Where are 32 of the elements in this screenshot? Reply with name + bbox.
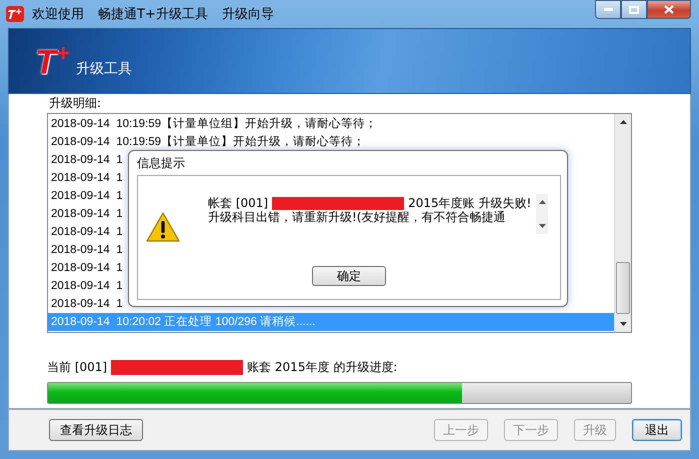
details-label: 升级明细: [49, 95, 102, 112]
scrollbar[interactable] [614, 114, 631, 332]
window-title: 欢迎使用 [32, 6, 84, 23]
progress-label: 账套 2015年度 的升级进度: [247, 359, 398, 376]
ok-button[interactable]: 确定 [312, 266, 386, 286]
scroll-up-icon [620, 120, 626, 124]
maximize-button[interactable] [621, 0, 647, 19]
log-row[interactable]: 2018-09-14 10:19:59【计量单位】开始升级，请耐心等待； [48, 133, 614, 151]
window-title: 畅捷通T+升级工具 [98, 6, 208, 23]
scrollbar[interactable] [536, 194, 548, 234]
banner-title: 升级工具 [76, 60, 132, 78]
scroll-thumb[interactable] [616, 262, 630, 314]
warning-icon [146, 212, 180, 242]
minimize-icon [604, 8, 612, 11]
window-title: 升级向导 [222, 6, 274, 23]
minimize-button[interactable] [595, 0, 621, 19]
progress-label: 当前 [001] [47, 359, 108, 376]
app-icon [6, 6, 24, 22]
scroll-up-icon [538, 200, 546, 204]
close-button[interactable] [647, 0, 691, 19]
log-row[interactable]: 2018-09-14 10:19:59【计量单位组】开始升级，请耐心等待； [48, 115, 614, 133]
dialog-title: 信息提示 [137, 155, 186, 172]
close-icon [664, 5, 674, 14]
scroll-down-icon [538, 224, 546, 228]
logo: T$^{+}$ [35, 42, 70, 80]
maximize-icon [629, 6, 639, 14]
footer-button[interactable]: 退出 [632, 419, 682, 441]
footer-button[interactable]: 查看升级日志 [49, 419, 143, 441]
dialog-message: 升级科目出错，请重新升级!(友好提醒，有不符合畅捷通 [208, 210, 506, 224]
dialog-message: 2015年度账 升级失败! [408, 196, 532, 210]
scroll-down-icon [620, 322, 626, 326]
dialog-message: 帐套 [001] [208, 196, 268, 210]
